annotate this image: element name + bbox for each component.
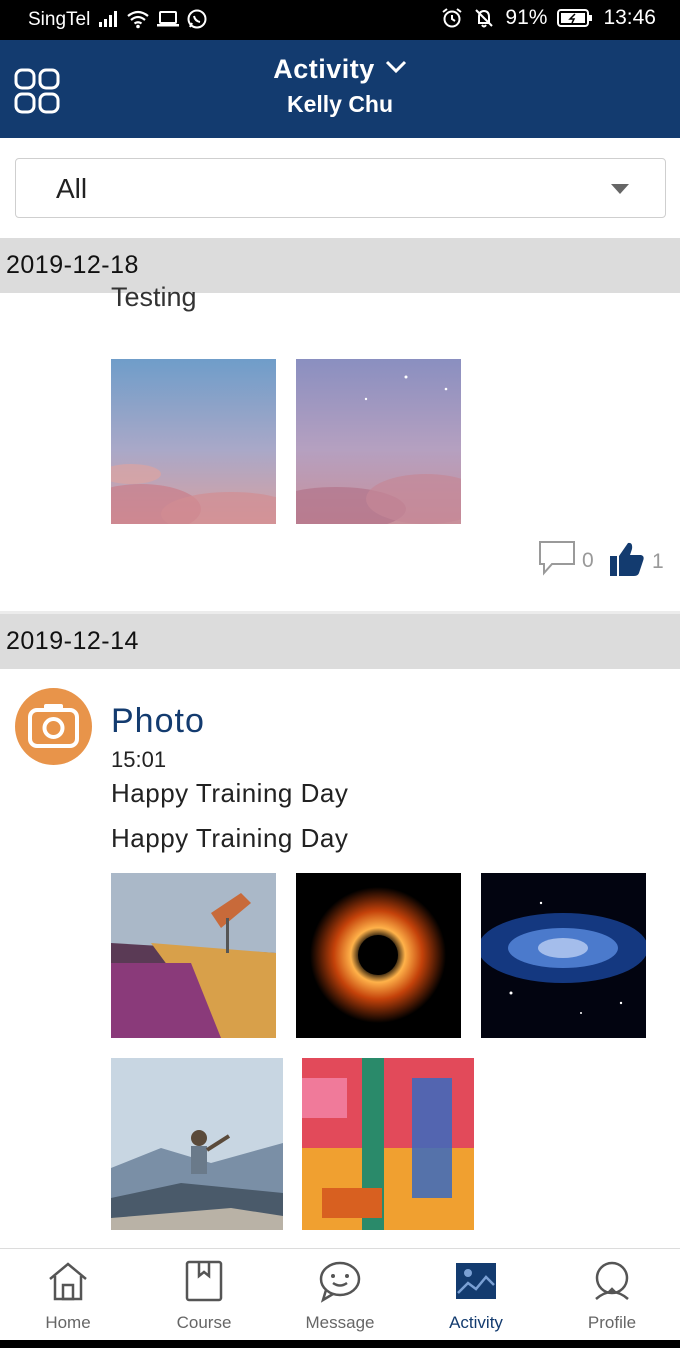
flower-field-image: [111, 873, 276, 1038]
filter-select[interactable]: All: [15, 158, 666, 218]
signal-icon: [98, 10, 120, 28]
tab-label: Activity: [449, 1313, 503, 1332]
tab-label: Profile: [587, 1313, 637, 1332]
app-header: Activity Kelly Chu: [0, 40, 680, 138]
laptop-icon: [156, 10, 180, 28]
comment-count-group[interactable]: 0: [538, 540, 594, 581]
tab-profile[interactable]: Profile: [544, 1249, 680, 1340]
alarm-icon: [441, 7, 463, 29]
like-count: 1: [652, 549, 664, 573]
wifi-icon: [126, 9, 150, 29]
sky-quote-image-2: [296, 359, 461, 524]
galaxy-image: [481, 873, 646, 1038]
system-nav-bar: [0, 1340, 680, 1348]
page-title: Activity: [273, 54, 375, 84]
camera-icon: [15, 688, 92, 765]
tab-label: Home: [45, 1313, 91, 1332]
post-image[interactable]: [111, 359, 276, 524]
status-bar: SingTel 91% 13:46: [0, 0, 680, 40]
abstract-painting-image: [302, 1058, 474, 1230]
battery-percent: 91%: [505, 6, 548, 29]
post-text: Happy Training Day: [111, 823, 349, 853]
date-header: 2019-12-18: [0, 238, 680, 293]
user-name: Kelly Chu: [286, 91, 394, 117]
post-image[interactable]: [296, 359, 461, 524]
like-count-group[interactable]: 1: [608, 540, 664, 583]
home-icon: [46, 1259, 90, 1303]
post-image[interactable]: [302, 1058, 474, 1230]
header-title-area[interactable]: Activity Kelly Chu: [0, 54, 680, 118]
activity-icon: [454, 1259, 498, 1303]
battery-icon: [557, 8, 593, 28]
mute-bell-icon: [473, 7, 495, 29]
post-text: Testing: [111, 282, 197, 312]
chat-icon: [318, 1259, 362, 1303]
post-image[interactable]: [111, 1058, 283, 1230]
post-time: 15:01: [111, 747, 167, 772]
tab-home[interactable]: Home: [0, 1249, 136, 1340]
filter-value: All: [56, 173, 88, 204]
tab-message[interactable]: Message: [272, 1249, 408, 1340]
thumbs-up-icon: [608, 540, 646, 583]
book-icon: [182, 1259, 226, 1303]
date-header: 2019-12-14: [0, 614, 680, 669]
tab-activity[interactable]: Activity: [408, 1249, 544, 1340]
caret-down-icon: [611, 184, 629, 194]
chevron-down-icon: [385, 60, 407, 79]
post-image[interactable]: [481, 873, 646, 1038]
tab-label: Message: [305, 1313, 375, 1332]
date-label: 2019-12-18: [6, 251, 139, 279]
post-image[interactable]: [296, 873, 461, 1038]
post-text: Happy Training Day: [111, 778, 349, 808]
carrier-label: SingTel: [28, 9, 91, 30]
tab-course[interactable]: Course: [136, 1249, 272, 1340]
profile-icon: [590, 1259, 634, 1303]
comment-icon: [538, 540, 576, 581]
comment-count: 0: [582, 548, 594, 572]
mountain-hiker-image: [111, 1058, 283, 1230]
black-hole-image: [296, 873, 461, 1038]
bottom-tab-bar: Home Course Message Activity Profile: [0, 1248, 680, 1340]
tab-label: Course: [176, 1313, 232, 1332]
sky-quote-image-1: [111, 359, 276, 524]
whatsapp-icon: [186, 8, 208, 30]
date-label: 2019-12-14: [6, 627, 139, 655]
post-type: Photo: [111, 702, 205, 740]
clock: 13:46: [603, 6, 656, 29]
post-image[interactable]: [111, 873, 276, 1038]
